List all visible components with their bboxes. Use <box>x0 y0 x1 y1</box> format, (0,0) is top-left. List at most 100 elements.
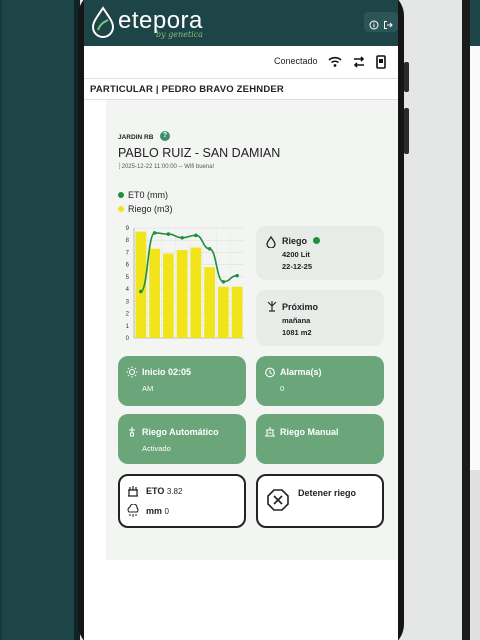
legend-label: ET0 (mm) <box>128 190 168 200</box>
chart-eto-point <box>194 233 198 238</box>
detener-riego-button[interactable]: Detener riego <box>256 474 384 528</box>
chart-y-tick-label: 8 <box>126 238 130 244</box>
wifi-icon[interactable] <box>328 55 342 69</box>
alarma-card[interactable]: Alarma(s) 0 <box>256 356 384 406</box>
app-header: etepora by genetica <box>84 0 398 46</box>
inicio-sub: AM <box>142 384 154 393</box>
riego-card[interactable]: Riego 4200 Lit 22-12-25 <box>256 226 384 280</box>
riego-status-dot <box>312 237 320 244</box>
connection-status-label: Conectado <box>274 56 318 66</box>
chart-bar <box>149 248 160 338</box>
background-phone-edge <box>0 0 2 640</box>
phone-power-button <box>404 108 409 154</box>
drop-icon <box>266 236 276 248</box>
chart-bar <box>163 253 174 338</box>
eto-value: 3.82 <box>166 487 183 496</box>
chart-y-tick-label: 1 <box>126 324 130 330</box>
inicio-card[interactable]: Inicio 02:05 AM <box>118 356 246 406</box>
riego-manual-title: Riego Manual <box>280 427 339 437</box>
rain-reading: mm 0 <box>146 506 169 516</box>
chart-eto-point <box>221 279 226 284</box>
info-icon[interactable] <box>369 17 379 30</box>
account-breadcrumb: PARTICULAR | PEDRO BRAVO ZEHNDER <box>90 84 284 95</box>
proximo-card[interactable]: Próximo mañana 1081 m2 <box>256 290 384 346</box>
valve-icon <box>265 427 275 437</box>
chart-y-tick-label: 7 <box>126 250 130 256</box>
rain-value: 0 <box>164 507 169 516</box>
inicio-title: Inicio 02:05 <box>142 367 192 377</box>
screen-bottom-area <box>84 560 398 640</box>
site-last-update: ┆2025-12-22 11:00:00 -- Wifi buena! <box>118 164 215 170</box>
chart-eto-point <box>166 232 171 236</box>
chart-y-tick-label: 9 <box>126 226 130 232</box>
background-phone-header <box>470 0 480 46</box>
help-icon[interactable]: ? <box>160 131 170 141</box>
rain-unit: mm <box>146 506 163 516</box>
background-phone-right <box>462 0 480 640</box>
legend-dot <box>118 192 124 198</box>
rain-cloud-icon <box>127 504 139 517</box>
connection-bar: Conectado <box>84 46 398 78</box>
app-screen: etepora by genetica Conectado PARTICULAR… <box>84 0 398 640</box>
account-owner[interactable]: PEDRO BRAVO ZEHNDER <box>162 84 284 95</box>
app-logo-subtitle: by genetica <box>156 30 203 39</box>
riego-date: 22-12-25 <box>282 262 313 271</box>
eto-label: ETO <box>146 486 165 496</box>
sprinkler-icon <box>267 301 277 312</box>
account-bar: PARTICULAR | PEDRO BRAVO ZEHNDER <box>84 78 398 100</box>
riego-manual-card[interactable]: Riego Manual <box>256 414 384 464</box>
chart-eto-point <box>152 231 157 235</box>
chart-y-tick-label: 5 <box>126 275 130 281</box>
photo-scene: etepora by genetica Conectado PARTICULAR… <box>0 0 480 640</box>
proximo-card-title: Próximo <box>282 302 319 312</box>
account-type[interactable]: PARTICULAR <box>90 84 153 95</box>
chart-bar <box>190 247 202 338</box>
device-icon[interactable] <box>374 55 388 69</box>
chart-y-tick-label: 0 <box>126 336 130 342</box>
chart-eto-point <box>235 273 239 278</box>
chart-bar <box>204 267 215 338</box>
legend-label: Riego (m3) <box>128 204 173 214</box>
site-panel: JARDIN RB ? PABLO RUIZ - SAN DAMIAN ┆202… <box>106 100 398 560</box>
logout-icon[interactable] <box>383 17 393 29</box>
detener-riego-label: Detener riego <box>298 488 357 498</box>
eto-reading: ETO 3.82 <box>146 486 182 496</box>
alarma-title: Alarma(s) <box>280 367 322 377</box>
alarm-clock-icon <box>265 367 275 378</box>
background-phone-left <box>0 0 84 640</box>
stop-octagon-icon <box>267 489 289 511</box>
header-actions <box>364 12 398 32</box>
proximo-area: 1081 m2 <box>282 328 312 337</box>
chart-y-tick-label: 6 <box>126 263 130 269</box>
proximo-when: mañana <box>282 316 311 325</box>
chart-y-tick-label: 4 <box>126 287 130 293</box>
legend-item-eto: ET0 (mm) <box>118 190 168 200</box>
sync-icon[interactable] <box>352 55 366 69</box>
water-drop-logo-icon <box>91 6 115 38</box>
riego-automatico-status: Activado <box>142 444 171 453</box>
chart-y-tick-label: 2 <box>126 312 130 318</box>
riego-automatico-title: Riego Automático <box>142 427 219 437</box>
chart-y-tick-label: 3 <box>126 299 130 305</box>
chart-eto-point <box>139 289 143 294</box>
eto-card: ETO 3.82 mm 0 <box>118 474 246 528</box>
site-tag: JARDIN RB <box>118 134 154 141</box>
riego-card-title: Riego <box>282 236 320 246</box>
riego-automatico-card[interactable]: Riego Automático Activado <box>118 414 246 464</box>
background-phone-shade <box>470 470 480 640</box>
legend-dot <box>118 206 124 212</box>
account-separator: | <box>155 84 159 95</box>
chart-eto-point <box>207 246 212 251</box>
chart-bar <box>218 286 229 338</box>
site-name: PABLO RUIZ - SAN DAMIAN <box>118 146 281 160</box>
phone-volume-button <box>404 62 409 92</box>
chart-bar <box>176 250 188 338</box>
riego-amount: 4200 Lit <box>282 250 310 259</box>
legend-item-riego: Riego (m3) <box>118 204 173 214</box>
alarma-count: 0 <box>280 384 285 393</box>
faucet-icon <box>129 427 135 437</box>
chart-eto-point <box>180 235 184 240</box>
sun-icon <box>126 366 138 378</box>
chart-bar <box>231 286 243 338</box>
evapotranspiration-icon <box>128 486 138 497</box>
